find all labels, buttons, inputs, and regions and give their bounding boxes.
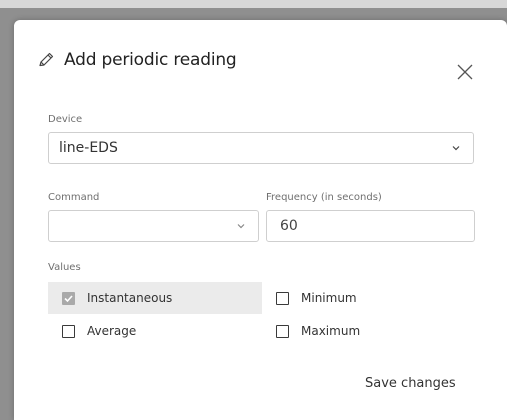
minimum-checkbox-row[interactable]: Minimum [262, 282, 476, 314]
values-label: Values [48, 262, 81, 273]
close-icon[interactable] [455, 62, 475, 82]
frequency-label: Frequency (in seconds) [266, 192, 382, 203]
checkbox-label: Minimum [301, 291, 357, 305]
checkbox-label: Instantaneous [87, 291, 173, 305]
device-label: Device [48, 114, 83, 125]
checkmark-icon [64, 294, 73, 302]
frequency-input[interactable]: 60 [266, 210, 475, 242]
device-select-value: line-EDS [59, 140, 118, 156]
checkbox-unchecked[interactable] [276, 324, 289, 338]
maximum-checkbox-row[interactable]: Maximum [262, 315, 476, 347]
chevron-down-icon [237, 224, 245, 229]
save-changes-button[interactable]: Save changes [365, 376, 456, 391]
average-checkbox-row[interactable]: Average [48, 315, 262, 347]
chevron-down-icon [452, 146, 460, 151]
checkbox-checked[interactable] [62, 291, 75, 305]
dialog-header: Add periodic reading [36, 50, 237, 70]
checkbox-label: Maximum [301, 324, 361, 338]
instantaneous-checkbox-row[interactable]: Instantaneous [48, 282, 262, 314]
pencil-icon [39, 52, 54, 67]
device-select[interactable]: line-EDS [48, 132, 474, 164]
checkbox-label: Average [87, 324, 137, 338]
command-label: Command [48, 192, 100, 203]
command-select[interactable] [48, 210, 259, 242]
dialog-title: Add periodic reading [64, 50, 237, 70]
frequency-input-value: 60 [280, 218, 298, 234]
checkbox-unchecked[interactable] [276, 291, 289, 305]
checkbox-unchecked[interactable] [62, 324, 75, 338]
